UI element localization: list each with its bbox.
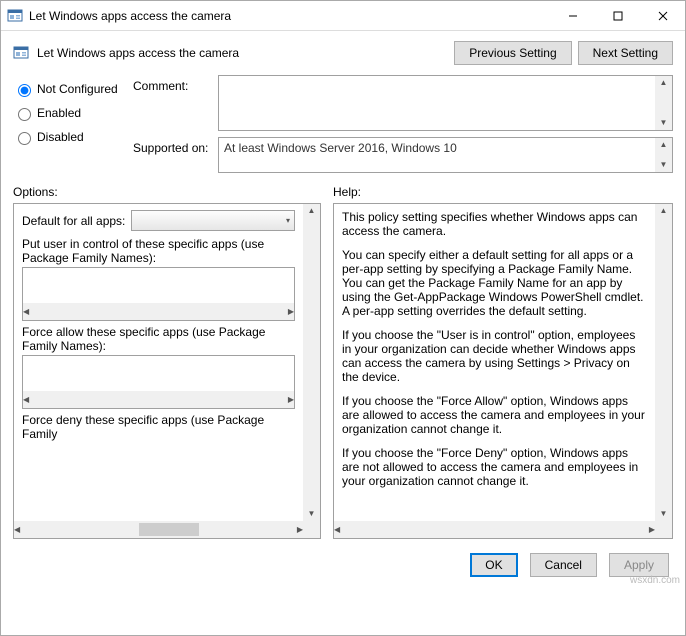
help-label: Help: — [333, 185, 673, 199]
apply-button[interactable]: Apply — [609, 553, 669, 577]
force-allow-label: Force allow these specific apps (use Pac… — [22, 325, 295, 353]
supported-on-field: At least Windows Server 2016, Windows 10… — [218, 137, 673, 173]
scrollbar-vertical[interactable]: ▲▼ — [655, 138, 672, 172]
scroll-down-icon: ▼ — [660, 116, 668, 130]
force-allow-listbox[interactable]: ◀▶ — [22, 355, 295, 409]
scroll-left-icon: ◀ — [23, 393, 29, 407]
radio-disabled[interactable]: Disabled — [13, 129, 133, 145]
scroll-up-icon: ▲ — [660, 138, 668, 152]
force-deny-label: Force deny these specific apps (use Pack… — [22, 413, 295, 441]
policy-title: Let Windows apps access the camera — [37, 46, 239, 60]
options-panel: Default for all apps: ▾ Put user in cont… — [13, 203, 321, 539]
window-title: Let Windows apps access the camera — [29, 9, 550, 23]
radio-not-configured[interactable]: Not Configured — [13, 81, 133, 97]
cancel-button[interactable]: Cancel — [530, 553, 597, 577]
scroll-down-icon: ▼ — [660, 507, 668, 521]
radio-enabled[interactable]: Enabled — [13, 105, 133, 121]
user-control-listbox[interactable]: ◀▶ — [22, 267, 295, 321]
scrollbar-horizontal[interactable]: ◀▶ — [14, 521, 303, 538]
scroll-thumb[interactable] — [139, 523, 199, 536]
app-icon — [7, 8, 23, 24]
state-radio-group: Not Configured Enabled Disabled — [13, 75, 133, 179]
supported-on-label: Supported on: — [133, 137, 218, 173]
system-buttons — [550, 1, 685, 30]
header-row: Let Windows apps access the camera Previ… — [1, 31, 685, 75]
scrollbar-horizontal[interactable]: ◀▶ — [23, 303, 294, 320]
scrollbar-vertical[interactable]: ▲▼ — [655, 204, 672, 521]
watermark: wsxdn.com — [630, 575, 680, 586]
help-panel: This policy setting specifies whether Wi… — [333, 203, 673, 539]
scroll-left-icon: ◀ — [334, 523, 340, 537]
scroll-up-icon: ▲ — [660, 76, 668, 90]
next-setting-button[interactable]: Next Setting — [578, 41, 673, 65]
scroll-right-icon: ▶ — [288, 305, 294, 319]
scroll-up-icon: ▲ — [660, 204, 668, 218]
scroll-right-icon: ▶ — [288, 393, 294, 407]
user-control-label: Put user in control of these specific ap… — [22, 237, 295, 265]
scrollbar-vertical[interactable]: ▲▼ — [303, 204, 320, 521]
scrollbar-vertical[interactable]: ▲▼ — [655, 76, 672, 130]
chevron-down-icon: ▾ — [286, 214, 290, 228]
comment-textarea[interactable]: ▲▼ — [218, 75, 673, 131]
titlebar: Let Windows apps access the camera — [1, 1, 685, 31]
policy-icon — [13, 45, 29, 61]
ok-button[interactable]: OK — [470, 553, 517, 577]
scrollbar-horizontal[interactable]: ◀▶ — [23, 391, 294, 408]
dialog-footer: OK Cancel Apply — [1, 539, 685, 591]
help-text: This policy setting specifies whether Wi… — [334, 204, 655, 521]
scroll-down-icon: ▼ — [308, 507, 316, 521]
scroll-up-icon: ▲ — [308, 204, 316, 218]
scrollbar-horizontal[interactable]: ◀▶ — [334, 521, 655, 538]
close-button[interactable] — [640, 1, 685, 30]
default-for-all-label: Default for all apps: — [22, 214, 125, 228]
default-for-all-select[interactable]: ▾ — [131, 210, 295, 231]
scroll-left-icon: ◀ — [14, 523, 20, 537]
maximize-button[interactable] — [595, 1, 640, 30]
minimize-button[interactable] — [550, 1, 595, 30]
scroll-left-icon: ◀ — [23, 305, 29, 319]
scroll-down-icon: ▼ — [660, 158, 668, 172]
comment-label: Comment: — [133, 75, 218, 131]
previous-setting-button[interactable]: Previous Setting — [454, 41, 571, 65]
options-label: Options: — [13, 185, 321, 199]
